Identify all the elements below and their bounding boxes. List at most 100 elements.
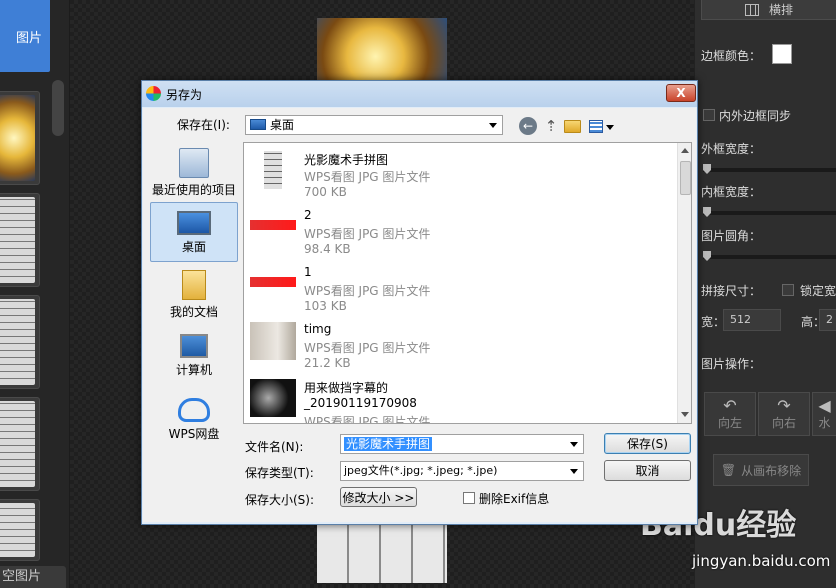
file-name: 1 [304, 265, 312, 279]
desktop-icon [250, 119, 266, 130]
place-documents[interactable]: 我的文档 [150, 264, 238, 324]
image-thumbnail[interactable] [0, 91, 40, 185]
height-input[interactable]: 2 [819, 309, 836, 331]
scrollbar-thumb[interactable] [680, 161, 691, 195]
file-list-scrollbar[interactable] [677, 143, 691, 423]
documents-folder-icon [182, 270, 206, 300]
corner-radius-slider-handle[interactable] [703, 251, 711, 261]
mirror-label: 水 [818, 415, 831, 430]
filetype-value: jpeg文件(*.jpg; *.jpeg; *.jpe) [344, 464, 498, 477]
lock-ratio-checkbox[interactable] [782, 284, 794, 296]
grid-icon [744, 3, 759, 16]
outer-width-slider[interactable] [703, 168, 836, 172]
add-image-button[interactable]: 图片 [0, 0, 50, 72]
chevron-down-icon[interactable] [606, 125, 614, 130]
file-type: WPS看图 JPG 图片文件 [304, 227, 431, 241]
canvas-size-label: 拼接尺寸： [701, 284, 762, 298]
image-list-panel: 图片 空图片 [0, 0, 70, 588]
lock-ratio-label: 锁定宽 [800, 284, 836, 298]
file-list: 光影魔术手拼图 WPS看图 JPG 图片文件 700 KB 2 WPS看图 JP… [243, 142, 692, 424]
places-bar: 最近使用的项目 桌面 我的文档 计算机 WPS网盘 [150, 142, 242, 444]
file-type: WPS看图 JPG 图片文件 [304, 170, 431, 184]
file-item[interactable]: 1 WPS看图 JPG 图片文件 103 KB [244, 257, 676, 314]
sync-borders-checkbox[interactable] [703, 109, 715, 121]
filetype-dropdown[interactable]: jpeg文件(*.jpg; *.jpeg; *.jpe) [340, 461, 584, 481]
dialog-titlebar[interactable]: 另存为 X [142, 81, 697, 107]
recent-items-icon [179, 148, 209, 178]
border-color-label: 边框颜色： [701, 49, 762, 63]
place-desktop[interactable]: 桌面 [150, 202, 238, 262]
border-color-swatch[interactable] [772, 44, 792, 64]
image-thumbnail[interactable] [0, 499, 40, 561]
image-thumbnail[interactable] [0, 193, 40, 287]
view-menu-icon[interactable] [589, 120, 603, 133]
inner-width-slider-handle[interactable] [703, 207, 711, 217]
new-folder-icon[interactable] [564, 120, 581, 133]
rotate-left-icon: ↶ [723, 395, 737, 415]
save-in-value: 桌面 [270, 118, 295, 132]
place-computer[interactable]: 计算机 [150, 326, 238, 386]
place-label: 最近使用的项目 [151, 183, 236, 197]
chevron-down-icon [489, 123, 497, 128]
save-button[interactable]: 保存(S) [604, 433, 691, 454]
add-image-label: 图片 [15, 30, 42, 46]
dialog-title: 另存为 [166, 88, 203, 102]
filename-value: 光影魔术手拼图 [344, 437, 433, 451]
image-thumbnail[interactable] [0, 295, 40, 389]
rotate-left-button[interactable]: ↶ 向左 [704, 392, 756, 436]
horizontal-arrange-button[interactable]: 横排 [701, 0, 836, 20]
canvas-image-bottom[interactable] [317, 523, 447, 583]
sync-borders-label: 内外边框同步 [719, 109, 792, 123]
desktop-icon [177, 211, 211, 235]
file-item[interactable]: 用来做挡字幕的 _20190119170908 WPS看图 JPG 图片文件 [244, 371, 676, 424]
scroll-up-icon[interactable] [681, 148, 689, 153]
inner-width-slider[interactable] [703, 211, 836, 215]
chevron-down-icon [570, 469, 578, 474]
up-folder-icon[interactable]: ⇡ [542, 117, 560, 135]
inner-width-label: 内框宽度： [701, 185, 762, 199]
save-in-label: 保存在(I): [177, 118, 230, 132]
close-button[interactable]: X [666, 84, 696, 102]
file-item[interactable]: 2 WPS看图 JPG 图片文件 98.4 KB [244, 200, 676, 257]
clear-images-button[interactable]: 空图片 [0, 566, 66, 588]
image-thumbnail[interactable] [0, 397, 40, 491]
image-ops-label: 图片操作： [701, 357, 762, 371]
remove-from-canvas-button[interactable]: 🗑 从画布移除 [713, 454, 809, 486]
file-name: 2 [304, 208, 312, 222]
back-icon[interactable]: ← [519, 117, 537, 135]
rotate-right-icon: ↷ [777, 395, 791, 415]
file-item[interactable]: 光影魔术手拼图 WPS看图 JPG 图片文件 700 KB [244, 143, 676, 200]
scroll-down-icon[interactable] [681, 412, 689, 417]
corner-radius-slider[interactable] [703, 255, 836, 259]
chevron-down-icon[interactable] [570, 442, 578, 447]
place-recent[interactable]: 最近使用的项目 [150, 142, 238, 202]
width-input[interactable]: 512 [723, 309, 781, 331]
file-size: 21.2 KB [304, 356, 351, 370]
rotate-right-label: 向右 [771, 415, 796, 430]
cancel-button[interactable]: 取消 [604, 460, 691, 481]
rotate-right-button[interactable]: ↷ 向右 [758, 392, 810, 436]
save-in-dropdown[interactable]: 桌面 [245, 115, 503, 135]
file-type: WPS看图 JPG 图片文件 [304, 284, 431, 298]
file-item[interactable]: timg WPS看图 JPG 图片文件 21.2 KB [244, 314, 676, 371]
save-as-dialog: 另存为 X 保存在(I): 桌面 ← ⇡ 最近使用的项目 桌面 我的文档 计算机… [141, 80, 698, 525]
width-label: 宽： [701, 315, 726, 329]
filename-input[interactable]: 光影魔术手拼图 [340, 434, 584, 454]
file-size: 98.4 KB [304, 242, 351, 256]
thumbnail-art [0, 197, 35, 283]
strip-exif-label: 删除Exif信息 [479, 492, 550, 506]
file-type: WPS看图 JPG 图片文件 [304, 415, 431, 424]
canvas-image-top[interactable] [317, 18, 447, 88]
place-wps-cloud[interactable]: WPS网盘 [150, 388, 238, 448]
place-label: 我的文档 [169, 305, 218, 319]
file-thumbnail [250, 322, 296, 360]
strip-exif-checkbox[interactable] [463, 492, 475, 504]
file-thumbnail [250, 220, 296, 230]
outer-width-slider-handle[interactable] [703, 164, 711, 174]
thumbnail-art [0, 95, 35, 181]
resize-button[interactable]: 修改大小 >> [340, 487, 417, 507]
file-thumbnail [250, 277, 296, 287]
mirror-button[interactable]: ◀ 水 [812, 392, 836, 436]
arrange-label: 横排 [768, 3, 793, 17]
thumbnail-scrollbar[interactable] [52, 80, 64, 136]
